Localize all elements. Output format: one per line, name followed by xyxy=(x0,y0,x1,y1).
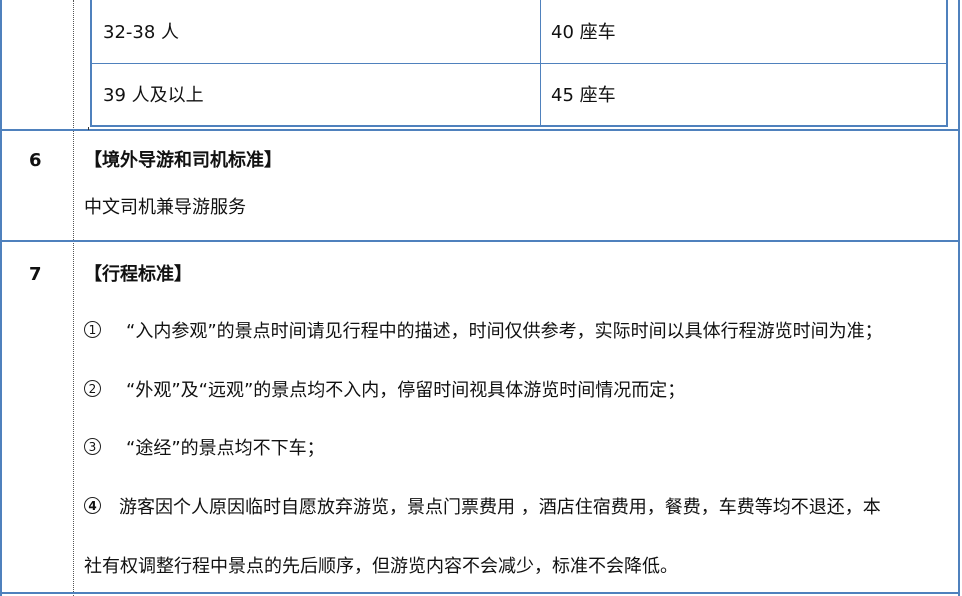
item-4-text: 游客因个人原因临时自愿放弃游览，景点门票费用 ，酒店住宿费用，餐费，车费等均不退… xyxy=(119,497,881,518)
item-4-text-continuation: 社有权调整行程中景点的先后顺序，但游览内容不会减少，标准不会降低。 xyxy=(84,556,678,577)
item-2-text: “外观”及“远观”的景点均不入内，停留时间视具体游览时间情况而定； xyxy=(126,380,686,401)
column-divider xyxy=(73,0,74,596)
item-3-text: “途经”的景点均不下车； xyxy=(126,438,325,459)
vehicle-table-cell-people-1: 32-38 人 xyxy=(103,22,180,43)
row-divider-1 xyxy=(0,129,960,131)
item-1-text: “入内参观”的景点时间请见行程中的描述，时间仅供参考，实际时间以具体行程游览时间… xyxy=(126,321,883,342)
row-divider-bottom xyxy=(0,592,960,594)
section-6-heading: 【境外导游和司机标准】 xyxy=(84,150,282,171)
vehicle-table-cell-people-2: 39 人及以上 xyxy=(103,85,204,106)
vehicle-table-col-divider xyxy=(540,0,541,125)
section-7-heading: 【行程标准】 xyxy=(84,264,192,285)
section-7-number: 7 xyxy=(29,264,42,285)
vehicle-table xyxy=(90,0,948,127)
vehicle-table-row-divider xyxy=(92,63,948,64)
item-4-marker: 4 xyxy=(84,497,101,514)
item-2-marker: 2 xyxy=(84,380,101,397)
item-3-marker: 3 xyxy=(84,438,101,455)
section-6-body: 中文司机兼导游服务 xyxy=(84,197,246,218)
row-divider-2 xyxy=(0,240,960,242)
vehicle-table-cell-vehicle-1: 40 座车 xyxy=(551,22,616,43)
item-1-marker: 1 xyxy=(84,321,101,338)
vehicle-table-cell-vehicle-2: 45 座车 xyxy=(551,85,616,106)
section-6-number: 6 xyxy=(29,150,42,171)
outer-left-border xyxy=(0,0,2,596)
outer-right-border xyxy=(958,0,960,596)
